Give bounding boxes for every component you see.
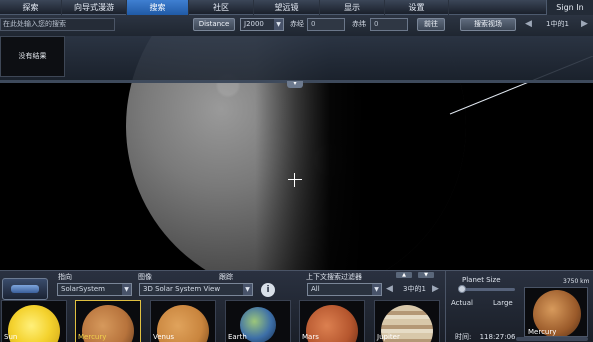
thumbnail-jupiter[interactable]: Jupiter (374, 300, 440, 342)
distance-readout: 3750 km (563, 278, 590, 285)
pointing-value: SolarSystem (61, 285, 105, 293)
tab-view[interactable]: 显示 (320, 0, 385, 15)
scroll-down-button[interactable]: ▼ (418, 272, 434, 278)
sky-view[interactable]: ▾ (0, 36, 593, 270)
epoch-select[interactable]: J2000 ▼ (240, 18, 284, 31)
thumbnail-label: Mars (302, 333, 319, 341)
thumbnail-sun[interactable]: Sun (1, 300, 67, 342)
dec-label: 赤纬 (352, 20, 366, 28)
sign-in-button[interactable]: Sign In (546, 0, 593, 15)
time-scrollbar[interactable] (516, 337, 588, 341)
next-page-icon[interactable]: ▶ (581, 18, 588, 31)
prev-page-icon[interactable]: ◀ (525, 18, 532, 31)
planet-size-slider[interactable] (462, 288, 515, 291)
tab-search[interactable]: 搜索 (127, 0, 189, 15)
distance-button[interactable]: Distance (193, 18, 235, 31)
planet-preview[interactable]: Mercury (524, 287, 588, 337)
thumbnail-label: Venus (153, 333, 175, 341)
panel-divider (445, 271, 446, 342)
tab-community[interactable]: 社区 (189, 0, 254, 15)
context-prev-icon[interactable]: ◀ (386, 283, 393, 296)
time-value: 118:27:06 (479, 333, 516, 341)
tracking-label: 跟踪 (219, 273, 233, 281)
search-results-panel: 没有结果 (0, 36, 65, 77)
filter-label: 上下文搜索过滤器 (306, 273, 362, 281)
filter-select[interactable]: All ▼ (307, 283, 382, 296)
planet-size-slider-handle[interactable] (458, 285, 466, 293)
thumbnail-mars[interactable]: Mars (299, 300, 365, 342)
go-button[interactable]: 前往 (417, 18, 445, 31)
pointing-select[interactable]: SolarSystem ▼ (57, 283, 132, 296)
tab-explore[interactable]: 探索 (0, 0, 62, 15)
ra-label: 赤经 (290, 20, 304, 28)
thumbnail-label: Sun (4, 333, 18, 341)
time-readout: 时间: 118:27:06 (455, 332, 516, 342)
wwt-logo-icon[interactable] (2, 278, 48, 300)
time-label: 时间: (455, 333, 472, 341)
image-value: 3D Solar System View (143, 285, 221, 293)
preview-label: Mercury (528, 328, 557, 336)
chevron-down-icon: ▼ (122, 284, 131, 295)
thumbnail-label: Earth (228, 333, 247, 341)
thumbnail-label: Jupiter (377, 333, 400, 341)
search-view-button[interactable]: 搜索视场 (460, 18, 516, 31)
page-indicator: 1中的1 (546, 20, 569, 28)
chevron-down-icon: ▼ (243, 284, 252, 295)
no-results-label: 没有结果 (18, 52, 47, 60)
filter-value: All (311, 285, 320, 293)
info-button[interactable]: i (261, 283, 275, 297)
epoch-value: J2000 (244, 20, 264, 28)
collapse-panel-button[interactable]: ▾ (287, 81, 303, 88)
image-select[interactable]: 3D Solar System View ▼ (139, 283, 253, 296)
context-panel: 指向 图像 跟踪 上下文搜索过滤器 ▲ ▼ SolarSystem ▼ 3D S… (0, 270, 593, 342)
actual-label: Actual (451, 299, 473, 307)
thumbnail-earth[interactable]: Earth (225, 300, 291, 342)
main-menu-bar: 探索 向导式漫游 搜索 社区 望远镜 显示 设置 Sign In (0, 0, 593, 15)
crosshair-icon (288, 173, 302, 187)
tab-guided-tours[interactable]: 向导式漫游 (62, 0, 127, 15)
scroll-up-button[interactable]: ▲ (396, 272, 412, 278)
context-page-indicator: 3中的1 (403, 285, 426, 293)
search-input[interactable]: 在此处输入您的搜索 (0, 18, 115, 31)
pointing-label: 指向 (58, 273, 72, 281)
ra-field[interactable]: 0 (307, 18, 345, 31)
tab-settings[interactable]: 设置 (385, 0, 449, 15)
dec-field[interactable]: 0 (370, 18, 408, 31)
thumbnail-venus[interactable]: Venus (150, 300, 216, 342)
large-label: Large (493, 299, 513, 307)
search-results-band (0, 36, 593, 80)
chevron-down-icon: ▼ (274, 19, 283, 30)
thumbnail-mercury[interactable]: Mercury (75, 300, 141, 342)
thumbnail-label: Mercury (78, 333, 107, 341)
search-toolbar: 在此处输入您的搜索 Distance J2000 ▼ 赤经 0 赤纬 0 前往 … (0, 15, 593, 36)
image-label: 图像 (138, 273, 152, 281)
chevron-down-icon: ▼ (372, 284, 381, 295)
context-next-icon[interactable]: ▶ (432, 283, 439, 296)
tab-telescope[interactable]: 望远镜 (254, 0, 320, 15)
planet-size-label: Planet Size (462, 276, 501, 284)
